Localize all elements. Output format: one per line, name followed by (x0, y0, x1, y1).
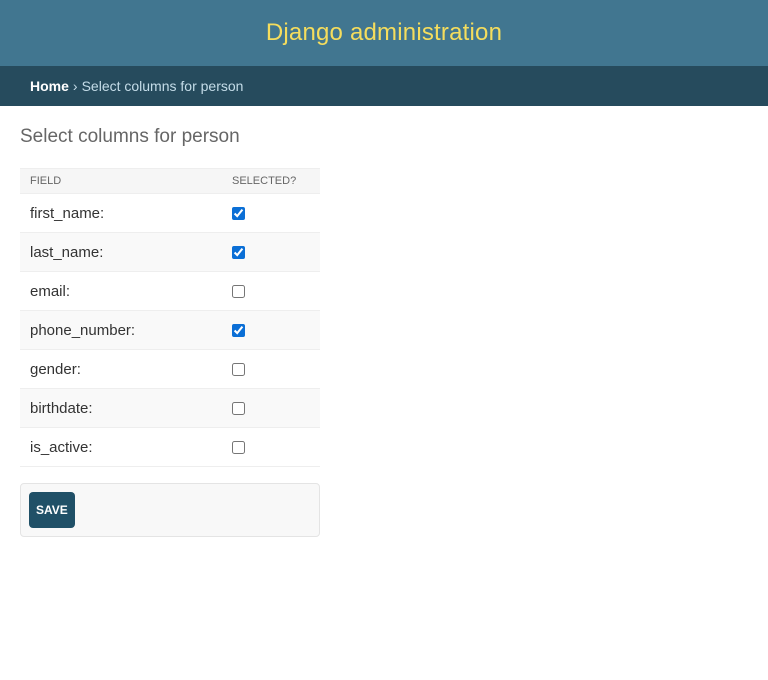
checkbox-cell (222, 427, 320, 467)
checkbox-cell (222, 193, 320, 233)
field-selected-checkbox[interactable] (232, 402, 245, 416)
column-header-selected: SELECTED? (222, 168, 320, 194)
field-selected-checkbox[interactable] (232, 441, 245, 455)
table-row: last_name: (20, 232, 320, 272)
field-label: first_name: (20, 193, 222, 233)
breadcrumb: Home › Select columns for person (0, 66, 768, 106)
field-label: phone_number: (20, 310, 222, 350)
field-selected-checkbox[interactable] (232, 285, 245, 299)
field-label: last_name: (20, 232, 222, 272)
field-label: birthdate: (20, 388, 222, 428)
checkbox-cell (222, 349, 320, 389)
table-row: email: (20, 271, 320, 311)
site-header: Django administration (0, 0, 768, 66)
table-row: is_active: (20, 427, 320, 467)
field-label: email: (20, 271, 222, 311)
field-selected-checkbox[interactable] (232, 246, 245, 260)
page-title: Select columns for person (20, 126, 240, 147)
submit-row: SAVE (20, 483, 320, 537)
breadcrumb-home-link[interactable]: Home (30, 78, 69, 94)
breadcrumb-current: Select columns for person (81, 78, 244, 94)
table-row: phone_number: (20, 310, 320, 350)
field-label: gender: (20, 349, 222, 389)
field-selected-checkbox[interactable] (232, 207, 245, 221)
field-selected-checkbox[interactable] (232, 363, 245, 377)
site-name[interactable]: Django administration (266, 19, 502, 47)
main-content: Select columns for person FIELD SELECTED… (0, 106, 768, 557)
columns-table: FIELD SELECTED? first_name: last_name: e… (20, 168, 320, 467)
checkbox-cell (222, 310, 320, 350)
table-header-row: FIELD SELECTED? (20, 168, 320, 194)
save-button[interactable]: SAVE (29, 492, 75, 528)
field-selected-checkbox[interactable] (232, 324, 245, 338)
table-row: gender: (20, 349, 320, 389)
table-row: birthdate: (20, 388, 320, 428)
field-label: is_active: (20, 427, 222, 467)
table-row: first_name: (20, 193, 320, 233)
breadcrumb-separator: › (72, 78, 78, 94)
checkbox-cell (222, 271, 320, 311)
checkbox-cell (222, 232, 320, 272)
checkbox-cell (222, 388, 320, 428)
column-header-field: FIELD (20, 168, 222, 194)
